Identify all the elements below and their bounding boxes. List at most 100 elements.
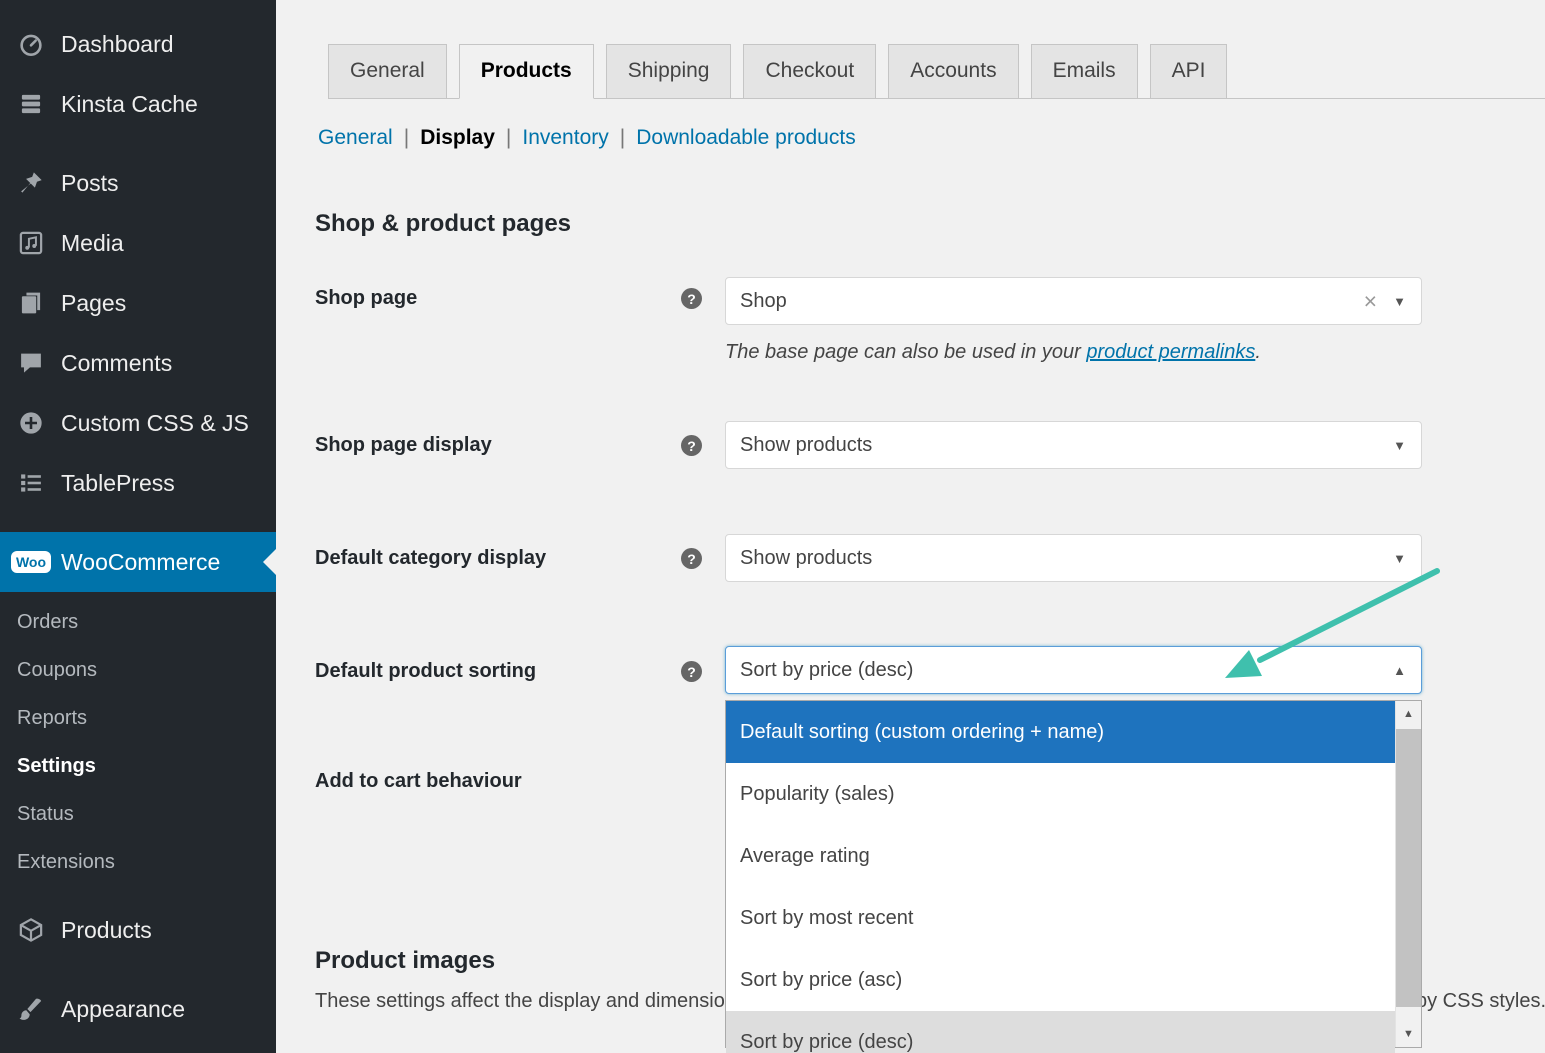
admin-sidebar: Dashboard Kinsta Cache Posts Media [0,0,276,1053]
submenu-item-status[interactable]: Status [0,790,276,838]
clear-selection-icon[interactable]: × [1364,290,1377,313]
menu-separator [0,513,276,532]
sidebar-item-posts[interactable]: Posts [0,153,276,213]
shop-page-description: The base page can also be used in your p… [725,341,1261,364]
submenu-item-coupons[interactable]: Coupons [0,646,276,694]
default-product-sorting-help-icon[interactable]: ? [681,661,702,682]
dashboard-icon [14,31,48,57]
menu-separator [0,960,276,979]
sidebar-item-label: TablePress [61,470,175,497]
tab-general[interactable]: General [328,44,447,98]
sorting-dropdown: Default sorting (custom ordering + name)… [725,700,1422,1048]
sidebar-item-label: Comments [61,350,172,377]
menu-separator [0,134,276,153]
table-list-icon [14,470,48,496]
settings-tabs: General Products Shipping Checkout Accou… [328,43,1545,99]
sidebar-item-products[interactable]: Products [0,900,276,960]
dropdown-scrollbar[interactable]: ▲ ▼ [1395,701,1421,1047]
section-title-shop-product-pages: Shop & product pages [315,210,571,238]
scroll-down-icon[interactable]: ▼ [1396,1021,1421,1047]
sidebar-item-label: Kinsta Cache [61,91,198,118]
submenu-item-reports[interactable]: Reports [0,694,276,742]
sidebar-item-label: WooCommerce [61,549,220,576]
products-box-icon [14,917,48,943]
tab-shipping[interactable]: Shipping [606,44,732,98]
description-text: . [1255,341,1261,363]
brush-icon [14,996,48,1022]
subnav-link-display[interactable]: Display [420,126,495,149]
chevron-down-icon: ▼ [1393,438,1406,453]
pages-icon [14,290,48,316]
subnav-separator: | [404,126,409,149]
sidebar-item-custom-css-js[interactable]: Custom CSS & JS [0,393,276,453]
submenu-item-orders[interactable]: Orders [0,598,276,646]
product-permalinks-link[interactable]: product permalinks [1086,341,1255,363]
shop-page-display-label: Shop page display [315,434,492,457]
shop-page-display-help-icon[interactable]: ? [681,435,702,456]
dropdown-option-price-desc[interactable]: Sort by price (desc) [726,1011,1395,1053]
subnav-separator: | [506,126,511,149]
sidebar-item-appearance[interactable]: Appearance [0,979,276,1039]
dropdown-option-default-sorting[interactable]: Default sorting (custom ordering + name) [726,701,1395,763]
tab-checkout[interactable]: Checkout [743,44,876,98]
sidebar-item-label: Media [61,230,124,257]
tab-accounts[interactable]: Accounts [888,44,1018,98]
sidebar-item-pages[interactable]: Pages [0,273,276,333]
settings-main: General Products Shipping Checkout Accou… [276,0,1545,1053]
sidebar-item-label: Dashboard [61,31,174,58]
default-product-sorting-select[interactable]: Sort by price (desc) ▲ [725,646,1422,694]
sidebar-item-dashboard[interactable]: Dashboard [0,14,276,74]
dropdown-option-price-asc[interactable]: Sort by price (asc) [726,949,1395,1011]
sidebar-item-media[interactable]: Media [0,213,276,273]
default-category-display-help-icon[interactable]: ? [681,548,702,569]
pushpin-icon [14,170,48,196]
tab-products[interactable]: Products [459,44,594,99]
subnav-link-inventory[interactable]: Inventory [522,126,608,149]
subnav-link-downloadable-products[interactable]: Downloadable products [636,126,855,149]
woo-logo: Woo [11,551,51,573]
sidebar-item-label: Products [61,917,152,944]
default-category-display-select-value: Show products [740,547,872,570]
cache-stack-icon [14,91,48,117]
add-to-cart-behaviour-label: Add to cart behaviour [315,770,522,793]
subnav-link-general[interactable]: General [318,126,393,149]
sidebar-item-tablepress[interactable]: TablePress [0,453,276,513]
section-title-product-images: Product images [315,947,495,975]
sidebar-item-label: Posts [61,170,119,197]
tab-api[interactable]: API [1150,44,1228,98]
chevron-up-icon: ▲ [1393,663,1406,678]
shop-page-help-icon[interactable]: ? [681,288,702,309]
default-category-display-label: Default category display [315,547,546,570]
default-category-display-select[interactable]: Show products ▼ [725,534,1422,582]
comment-bubble-icon [14,350,48,376]
dropdown-option-average-rating[interactable]: Average rating [726,825,1395,887]
submenu-item-settings[interactable]: Settings [0,742,276,790]
default-product-sorting-label: Default product sorting [315,660,536,683]
sidebar-item-kinsta-cache[interactable]: Kinsta Cache [0,74,276,134]
sidebar-item-label: Appearance [61,996,185,1023]
submenu-item-extensions[interactable]: Extensions [0,838,276,886]
scroll-up-icon[interactable]: ▲ [1396,701,1421,727]
sidebar-item-label: Custom CSS & JS [61,410,249,437]
media-icon [14,230,48,256]
tab-emails[interactable]: Emails [1031,44,1138,98]
sidebar-item-comments[interactable]: Comments [0,333,276,393]
woocommerce-submenu: Orders Coupons Reports Settings Status E… [0,592,276,900]
chevron-down-icon: ▼ [1393,551,1406,566]
shop-page-display-select[interactable]: Show products ▼ [725,421,1422,469]
sidebar-item-woocommerce[interactable]: Woo WooCommerce [0,532,276,592]
scrollbar-thumb[interactable] [1396,729,1421,1007]
subnav-separator: | [620,126,625,149]
shop-page-select-value: Shop [740,290,787,313]
shop-page-label: Shop page [315,287,417,310]
dropdown-option-popularity[interactable]: Popularity (sales) [726,763,1395,825]
chevron-down-icon: ▼ [1393,294,1406,309]
woocommerce-icon: Woo [14,551,48,573]
dropdown-option-most-recent[interactable]: Sort by most recent [726,887,1395,949]
shop-page-select[interactable]: Shop × ▼ [725,277,1422,325]
wordpress-admin-screen: Dashboard Kinsta Cache Posts Media [0,0,1545,1053]
description-text: The base page can also be used in your [725,341,1086,363]
products-subnav: General | Display | Inventory | Downloadable p… [318,126,856,150]
shop-page-display-select-value: Show products [740,434,872,457]
sorting-options-list: Default sorting (custom ordering + name)… [726,701,1395,1053]
